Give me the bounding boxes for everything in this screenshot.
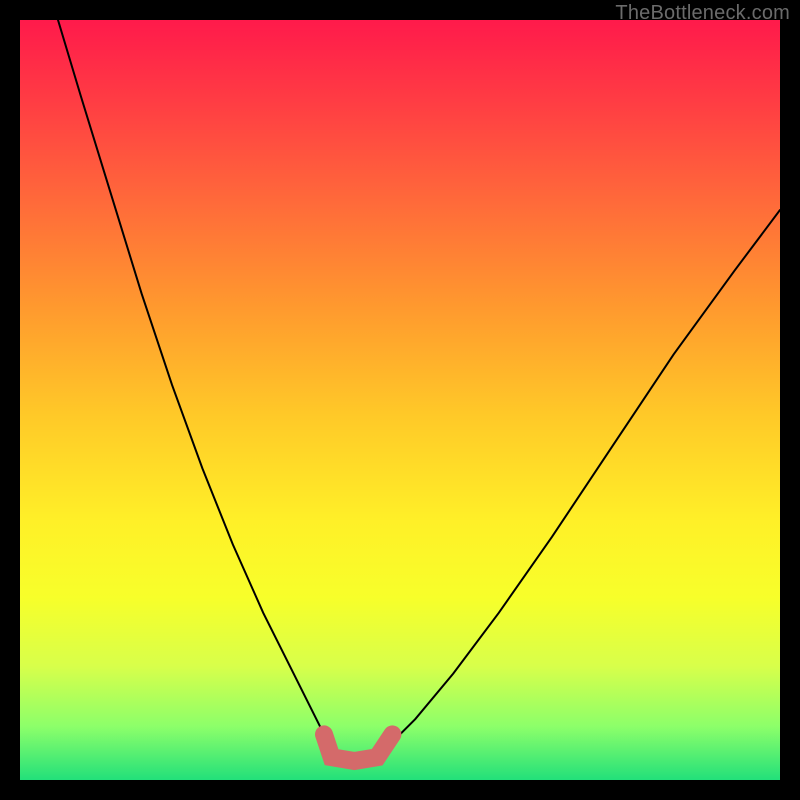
- plot-area: [20, 20, 780, 780]
- curve-overlay: [20, 20, 780, 780]
- optimal-band-bar: [324, 734, 392, 761]
- watermark-text: TheBottleneck.com: [615, 2, 790, 25]
- chart-frame: TheBottleneck.com: [0, 0, 800, 800]
- bottleneck-curve-right: [385, 210, 780, 750]
- bottleneck-curve-left: [58, 20, 332, 750]
